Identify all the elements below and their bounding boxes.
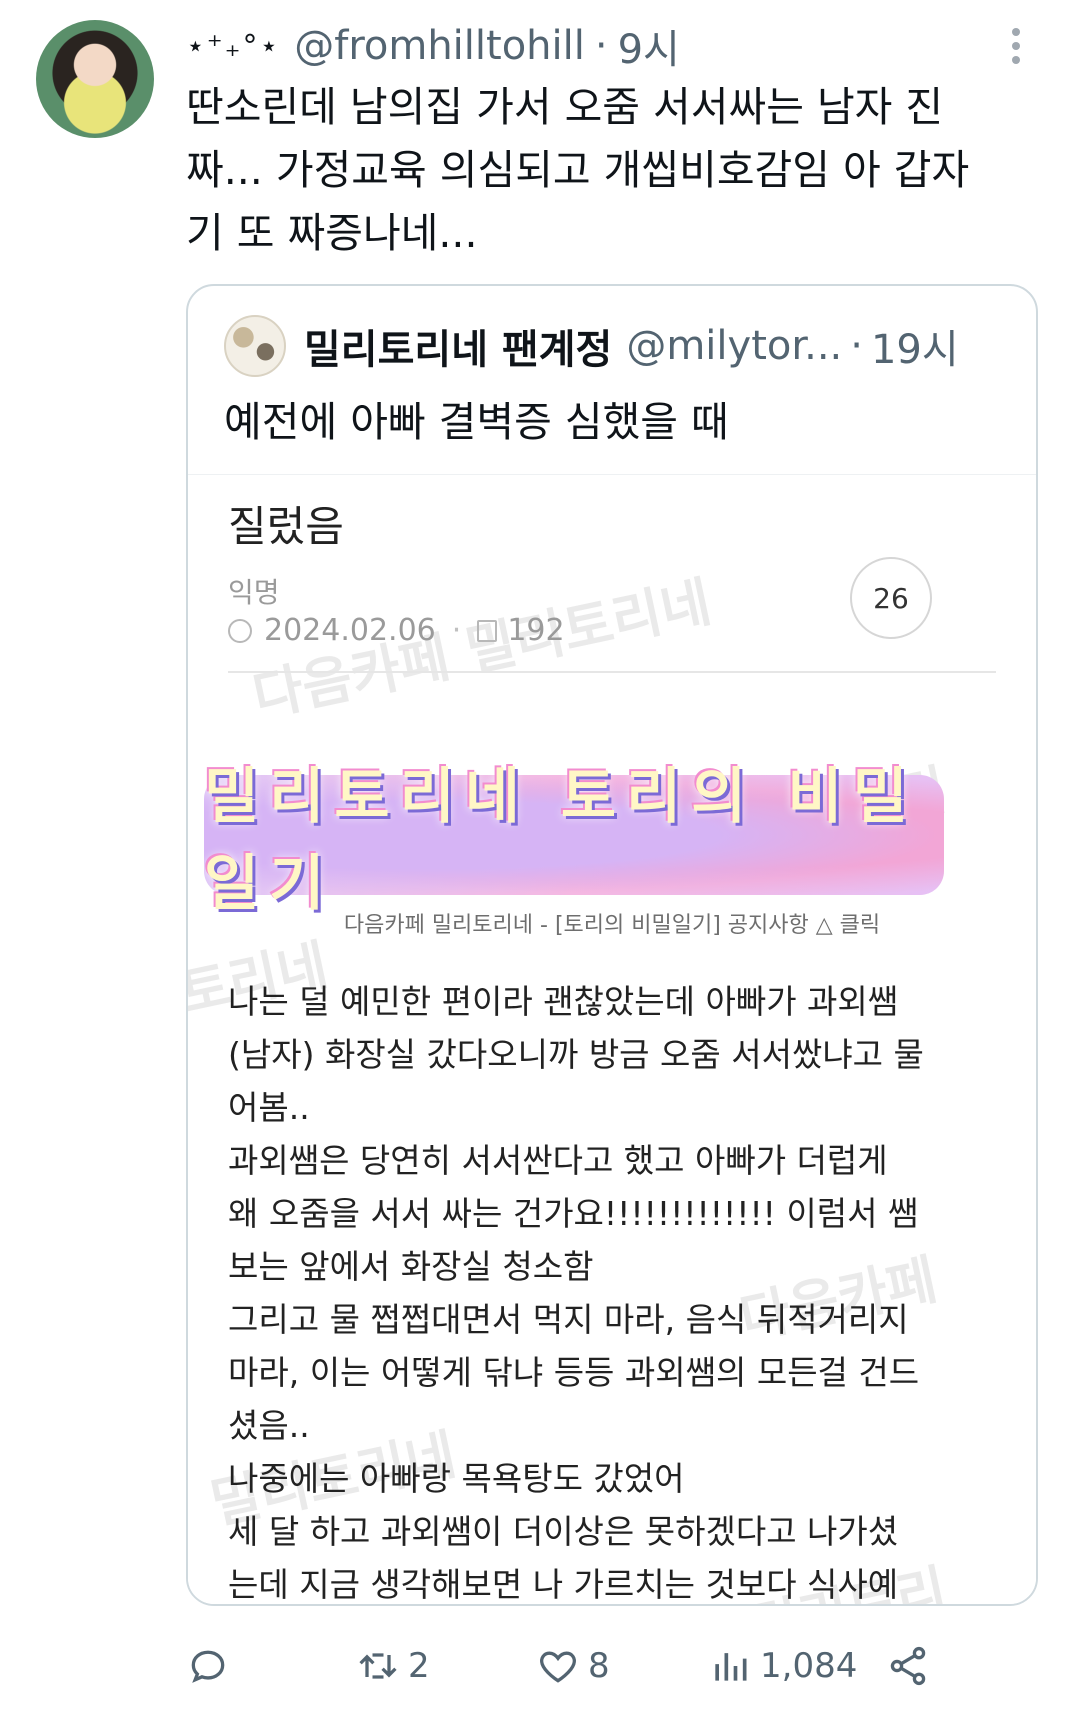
separator-dot: · bbox=[594, 23, 608, 69]
quoted-handle[interactable]: @milytor... bbox=[626, 323, 842, 369]
more-options-icon[interactable] bbox=[1006, 24, 1026, 68]
post-body-line: 그리고 물 쩝쩝대면서 먹지 마라, 음식 뒤적거리지 마라, 이는 어떻게 닦… bbox=[228, 1300, 920, 1445]
views-button[interactable]: 1,084 bbox=[708, 1644, 857, 1688]
comment-count-badge: 26 bbox=[850, 557, 932, 639]
clock-icon bbox=[228, 618, 252, 643]
post-date: 2024.02.06 bbox=[264, 613, 436, 648]
post-meta: 2024.02.06 · 192 bbox=[228, 613, 565, 648]
post-body-line: 과외쌤은 당연히 서서싼다고 했고 아빠가 더럽게 왜 오줌을 서서 싸는 건가… bbox=[228, 1141, 919, 1286]
tweet-text: 딴소린데 남의집 가서 오줌 서서싸는 남자 진짜... 가정교육 의심되고 개… bbox=[186, 83, 970, 257]
like-count: 8 bbox=[588, 1646, 610, 1686]
post-author: 익명 bbox=[228, 576, 280, 609]
quoted-display-name[interactable]: 밀리토리네 팬계정 bbox=[304, 317, 612, 375]
post-views: 192 bbox=[507, 613, 565, 648]
post-body-line: 나는 덜 예민한 편이라 괜찮았는데 아빠가 과외쌤(남자) 화장실 갔다오니까… bbox=[228, 982, 924, 1127]
reply-button[interactable] bbox=[186, 1644, 238, 1688]
post-body-line: 세 달 하고 과외쌤이 더이상은 못하겠다고 나가셨는데 지금 생각해보면 나 … bbox=[228, 1512, 899, 1604]
reply-icon bbox=[191, 1650, 225, 1683]
banner-title: 밀리토리네 토리의 비밀일기 bbox=[204, 762, 918, 919]
post-title: 질렀음 bbox=[228, 502, 344, 551]
display-name[interactable]: ⋆⁺₊°⋆ bbox=[186, 29, 280, 64]
post-divider bbox=[228, 671, 996, 673]
meta-separator: · bbox=[451, 613, 462, 648]
banner-caption: 다음카페 밀리토리네 - [토리의 비밀일기] 공지사항 △ 클릭 bbox=[343, 913, 881, 938]
quoted-time: 19시 bbox=[870, 327, 959, 373]
post-body: 나는 덜 예민한 편이라 괜찮았는데 아빠가 과외쌤(남자) 화장실 갔다오니까… bbox=[228, 975, 928, 1604]
retweet-count: 2 bbox=[408, 1646, 430, 1686]
tweet-time[interactable]: 9시 bbox=[618, 17, 680, 75]
tweet-header: ⋆⁺₊°⋆ @fromhilltohill · 9시 bbox=[186, 18, 1040, 74]
retweet-icon bbox=[359, 1653, 397, 1679]
like-button[interactable]: 8 bbox=[536, 1644, 610, 1688]
post-body-line: 나중에는 아빠랑 목욕탕도 갔었어 bbox=[228, 1459, 685, 1498]
quoted-separator-dot: · bbox=[850, 323, 863, 369]
share-icon bbox=[890, 1646, 926, 1686]
quoted-tweet-header: 밀리토리네 팬계정 @milytor... · 19시 bbox=[224, 315, 1006, 377]
attached-screenshot[interactable]: 다음카페 밀리토리네 밀리토리 토리네 다음카페 밀리토리네 밀리토리 질렀음 … bbox=[188, 475, 1036, 1604]
user-handle[interactable]: @fromhilltohill bbox=[294, 23, 585, 69]
share-button[interactable] bbox=[886, 1644, 938, 1688]
quoted-user-avatar[interactable] bbox=[224, 315, 286, 377]
views-count: 1,084 bbox=[760, 1646, 858, 1686]
quoted-text: 예전에 아빠 결벽증 심했을 때 bbox=[224, 398, 729, 446]
user-avatar[interactable] bbox=[36, 20, 154, 138]
quoted-tweet[interactable]: 밀리토리네 팬계정 @milytor... · 19시 예전에 아빠 결벽증 심… bbox=[186, 284, 1038, 1606]
tweet-actions: 2 8 1,084 bbox=[186, 1644, 1026, 1704]
views-list-icon bbox=[477, 619, 498, 642]
heart-icon bbox=[540, 1651, 576, 1683]
retweet-button[interactable]: 2 bbox=[356, 1644, 430, 1688]
cafe-banner: 밀리토리네 토리의 비밀일기 bbox=[204, 762, 944, 919]
views-chart-icon bbox=[715, 1653, 747, 1681]
